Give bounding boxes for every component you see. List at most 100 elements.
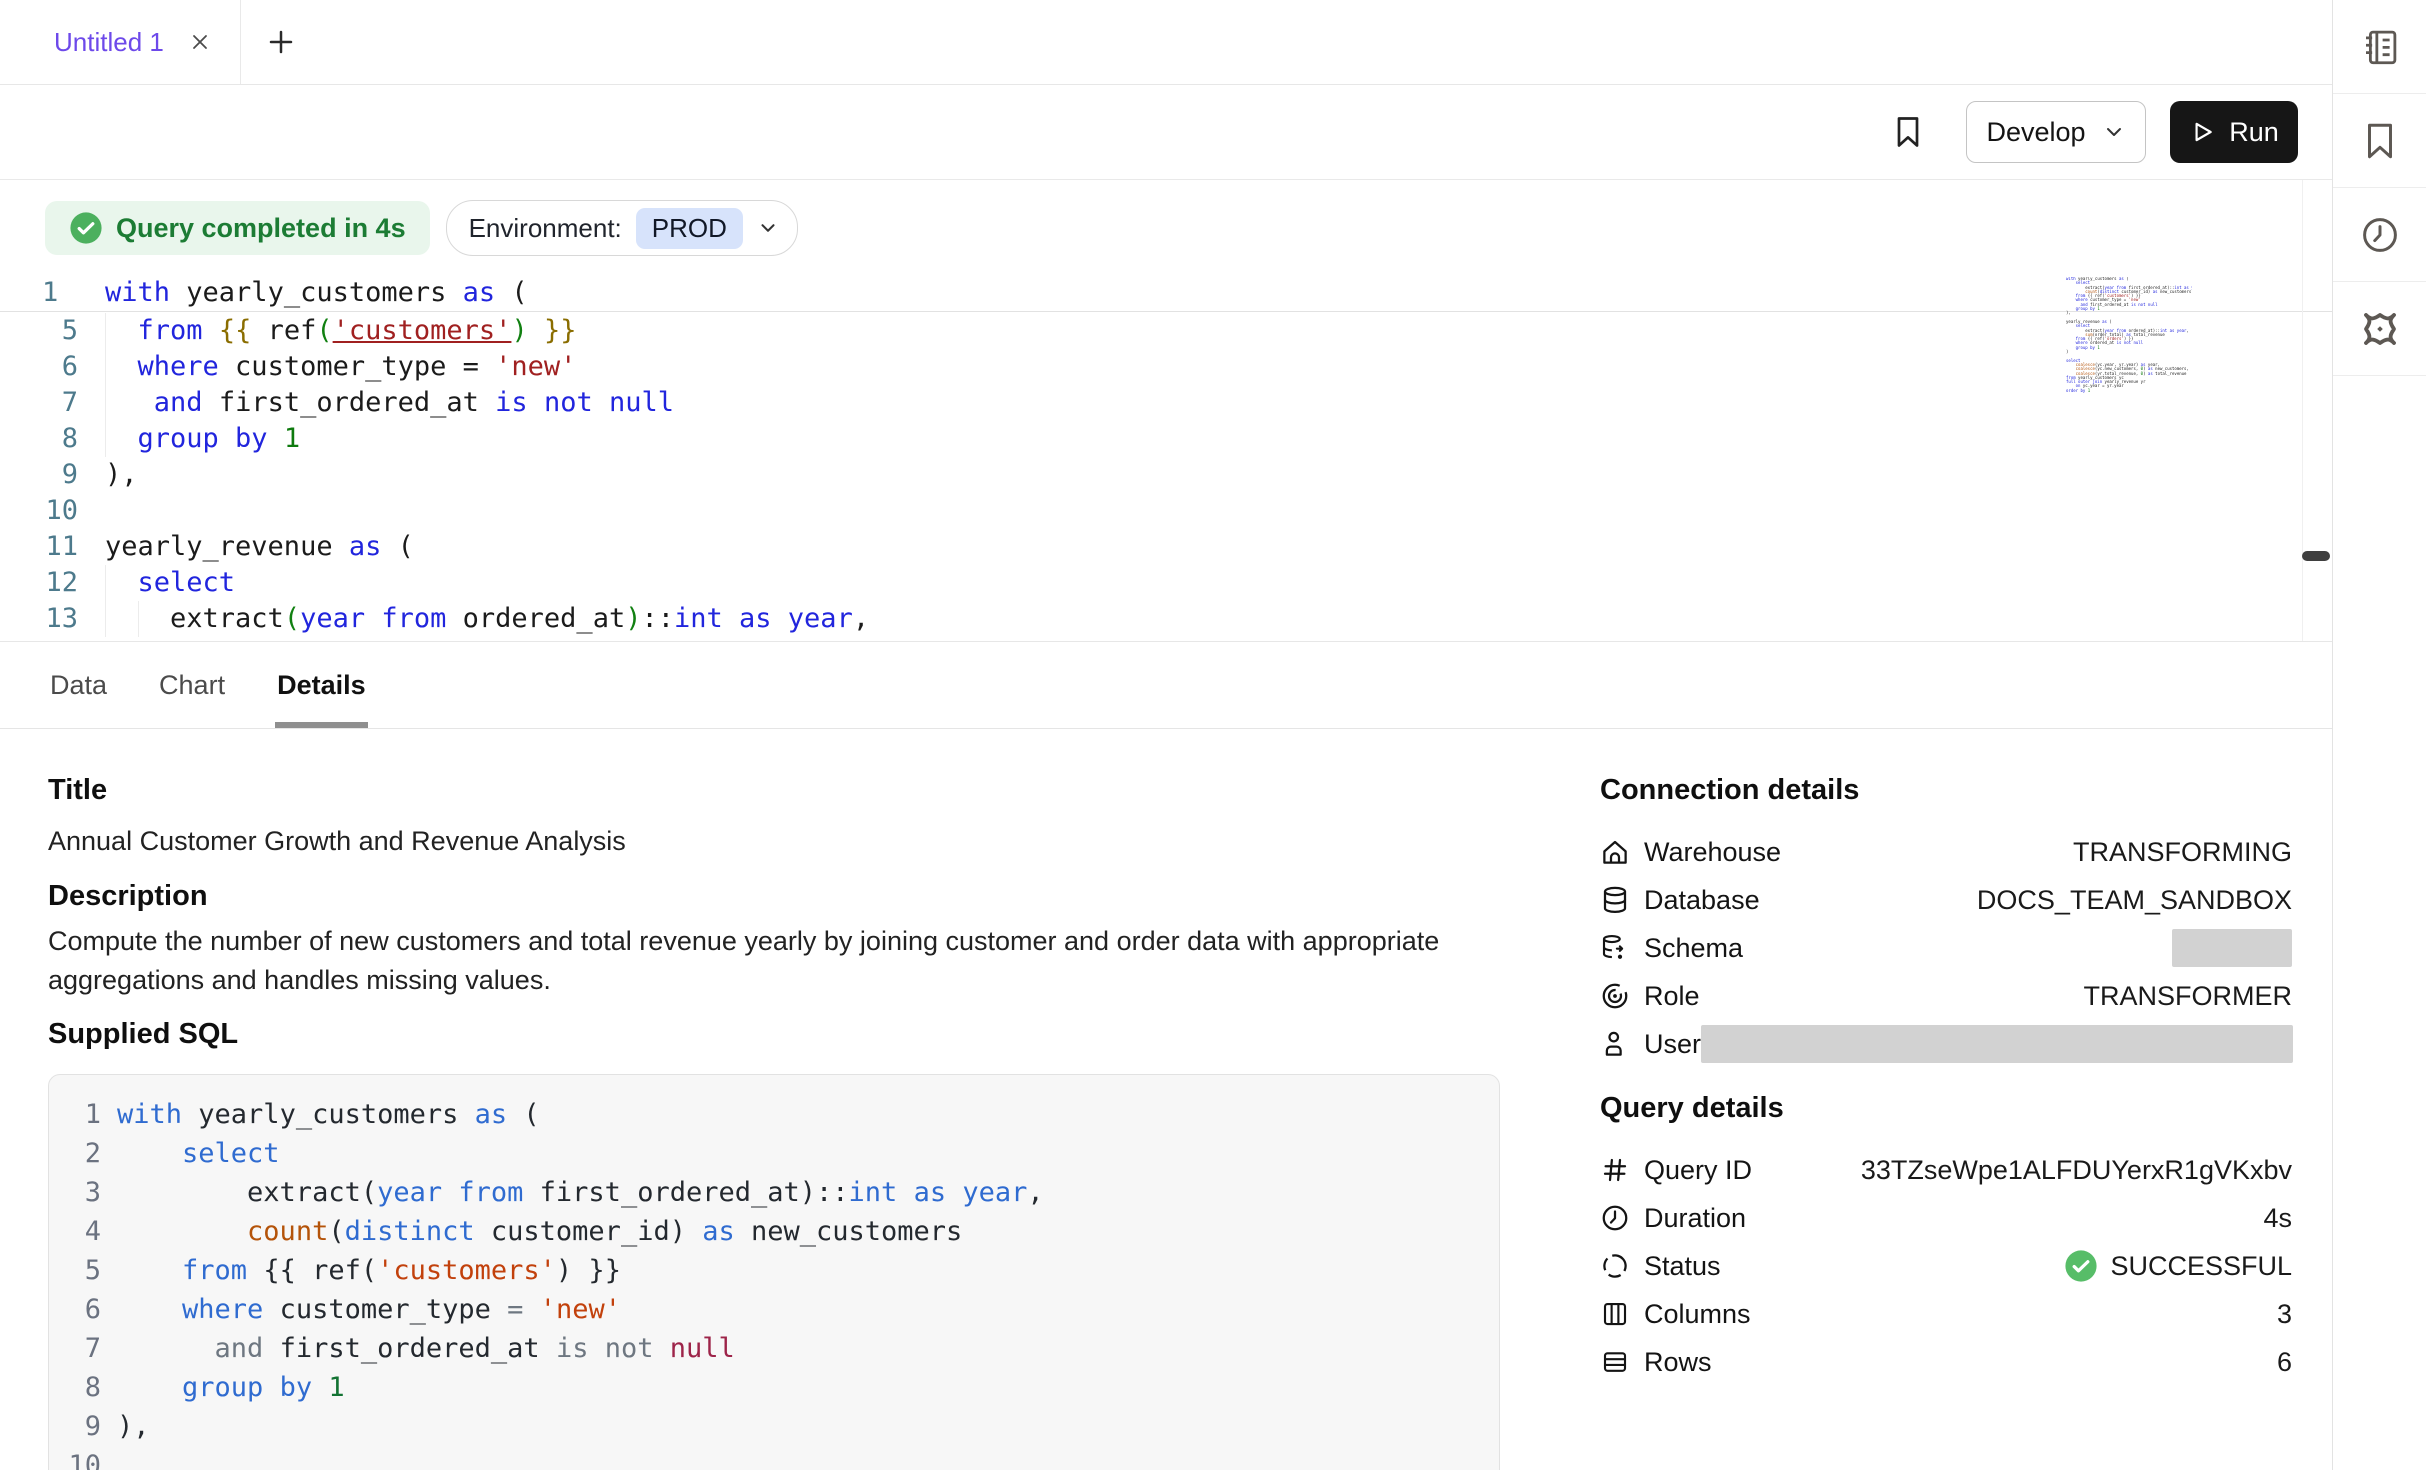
app-window: Untitled 1 Develop Run — [0, 0, 2426, 1470]
code-content: from {{ ref('customers') }} — [105, 313, 576, 349]
bookmark-button[interactable] — [1890, 114, 1926, 150]
code-line: 2 select — [61, 1134, 1499, 1173]
line-number: 4 — [61, 1212, 101, 1251]
code-line: 10 — [0, 493, 869, 529]
detail-value: DOCS_TEAM_SANDBOX — [1977, 885, 2292, 916]
code-token — [723, 603, 739, 634]
detail-row-role: RoleTRANSFORMER — [1600, 972, 2292, 1020]
code-token — [105, 567, 138, 598]
dbt-icon — [2359, 308, 2401, 350]
detail-value — [1701, 1025, 2293, 1063]
environment-selector[interactable]: Environment: PROD — [446, 200, 798, 256]
schema-icon — [1600, 933, 1630, 963]
toolbar: Develop Run — [0, 85, 2332, 180]
code-token: ( — [284, 603, 300, 634]
code-token — [653, 1333, 669, 1364]
detail-value: 4s — [2263, 1203, 2292, 1234]
document-tab-bar: Untitled 1 — [0, 0, 2332, 85]
code-token: 1 — [284, 423, 300, 454]
code-line: 10 — [61, 1446, 1499, 1470]
code-token: where — [138, 351, 219, 382]
detail-row-columns: Columns3 — [1600, 1290, 2292, 1338]
query-details-rows: Query ID33TZseWpe1ALFDUYerxR1gVKxbvDurat… — [1600, 1146, 2292, 1386]
bookmark-icon — [2359, 120, 2401, 162]
code-token: 1 — [2097, 345, 2099, 350]
rows-icon — [1600, 1347, 1630, 1377]
code-content: select — [117, 1134, 280, 1173]
indent-guide — [105, 313, 106, 349]
code-token: customer_type — [263, 1294, 507, 1325]
chevron-down-icon — [757, 217, 779, 239]
code-token: ), — [105, 459, 138, 490]
sidebar-button-notebook[interactable] — [2333, 0, 2426, 94]
supplied-sql-heading: Supplied SQL — [48, 1018, 238, 1051]
description-value: Compute the number of new customers and … — [48, 922, 1448, 1000]
duration-icon — [1600, 1203, 1630, 1233]
indent-guide — [105, 565, 106, 601]
sql-code-editor[interactable]: 5 from {{ ref('customers') }}6 where cus… — [0, 275, 2332, 642]
line-number: 5 — [0, 313, 78, 349]
code-token — [203, 315, 219, 346]
code-token: ) — [625, 603, 641, 634]
line-number: 10 — [61, 1446, 101, 1470]
code-token: and — [215, 1333, 264, 1364]
code-token: 1 — [2088, 388, 2090, 393]
line-number: 9 — [0, 457, 78, 493]
code-token: group by — [182, 1372, 312, 1403]
detail-row-user: User — [1600, 1020, 2292, 1068]
editor-scrollbar-thumb[interactable] — [2302, 551, 2330, 561]
results-tab-data[interactable]: Data — [50, 642, 107, 728]
code-token: ( — [495, 277, 528, 308]
notebook-icon — [2359, 26, 2401, 68]
code-token — [117, 1138, 182, 1169]
code-token: customer_id) — [475, 1216, 703, 1247]
detail-row-rows: Rows6 — [1600, 1338, 2292, 1386]
sidebar-button-history[interactable] — [2333, 188, 2426, 282]
run-button[interactable]: Run — [2170, 101, 2298, 163]
code-content: with yearly_customers as ( — [117, 1095, 540, 1134]
code-token: 1 — [328, 1372, 344, 1403]
run-label: Run — [2229, 117, 2279, 148]
code-token: total_revenue — [2153, 371, 2187, 376]
editor-scrollbar-track — [2302, 180, 2303, 641]
environment-label: Environment: — [469, 213, 622, 244]
sidebar-button-dbt[interactable] — [2333, 282, 2426, 376]
code-token: and — [154, 387, 203, 418]
query-details-heading: Query details — [1600, 1092, 1784, 1125]
code-token — [117, 1372, 182, 1403]
results-tab-chart[interactable]: Chart — [159, 642, 225, 728]
code-token: , — [2186, 328, 2188, 333]
code-token: 1 — [2097, 306, 2099, 311]
code-line: 9), — [61, 1407, 1499, 1446]
sidebar-button-bookmark[interactable] — [2333, 94, 2426, 188]
code-token: 'new' — [495, 351, 576, 382]
develop-dropdown-button[interactable]: Develop — [1966, 101, 2146, 163]
code-token: 'customers' — [333, 315, 512, 346]
detail-label: Database — [1644, 885, 1760, 916]
document-tab-untitled-1[interactable]: Untitled 1 — [0, 0, 241, 84]
code-token: , — [1027, 1177, 1043, 1208]
results-tab-details[interactable]: Details — [277, 642, 366, 728]
line-number: 5 — [61, 1251, 101, 1290]
bookmark-icon — [1890, 114, 1926, 150]
editor-lines: 5 from {{ ref('customers') }}6 where cus… — [0, 313, 869, 637]
code-token: is not null — [2131, 302, 2158, 307]
query-status-pill: Query completed in 4s — [45, 201, 430, 255]
right-icon-sidebar — [2332, 0, 2426, 1470]
editor-minimap[interactable]: with yearly_customers as ( select extrac… — [2066, 277, 2192, 393]
code-token: is not null — [495, 387, 674, 418]
code-content: ), — [105, 457, 138, 493]
code-content: ), — [117, 1407, 150, 1446]
close-icon[interactable] — [188, 30, 212, 54]
code-content: extract(year from ordered_at)::int as ye… — [105, 601, 869, 637]
code-token: new_customers — [2158, 289, 2192, 294]
history-icon — [2359, 214, 2401, 256]
code-token — [528, 315, 544, 346]
code-token: ( — [381, 531, 414, 562]
new-tab-button[interactable] — [241, 0, 321, 84]
code-token: ref — [251, 315, 316, 346]
detail-value: TRANSFORMING — [2073, 837, 2292, 868]
detail-row-warehouse: WarehouseTRANSFORMING — [1600, 828, 2292, 876]
code-content: and first_ordered_at is not null — [117, 1329, 735, 1368]
code-content: extract(year from first_ordered_at)::int… — [117, 1173, 1044, 1212]
